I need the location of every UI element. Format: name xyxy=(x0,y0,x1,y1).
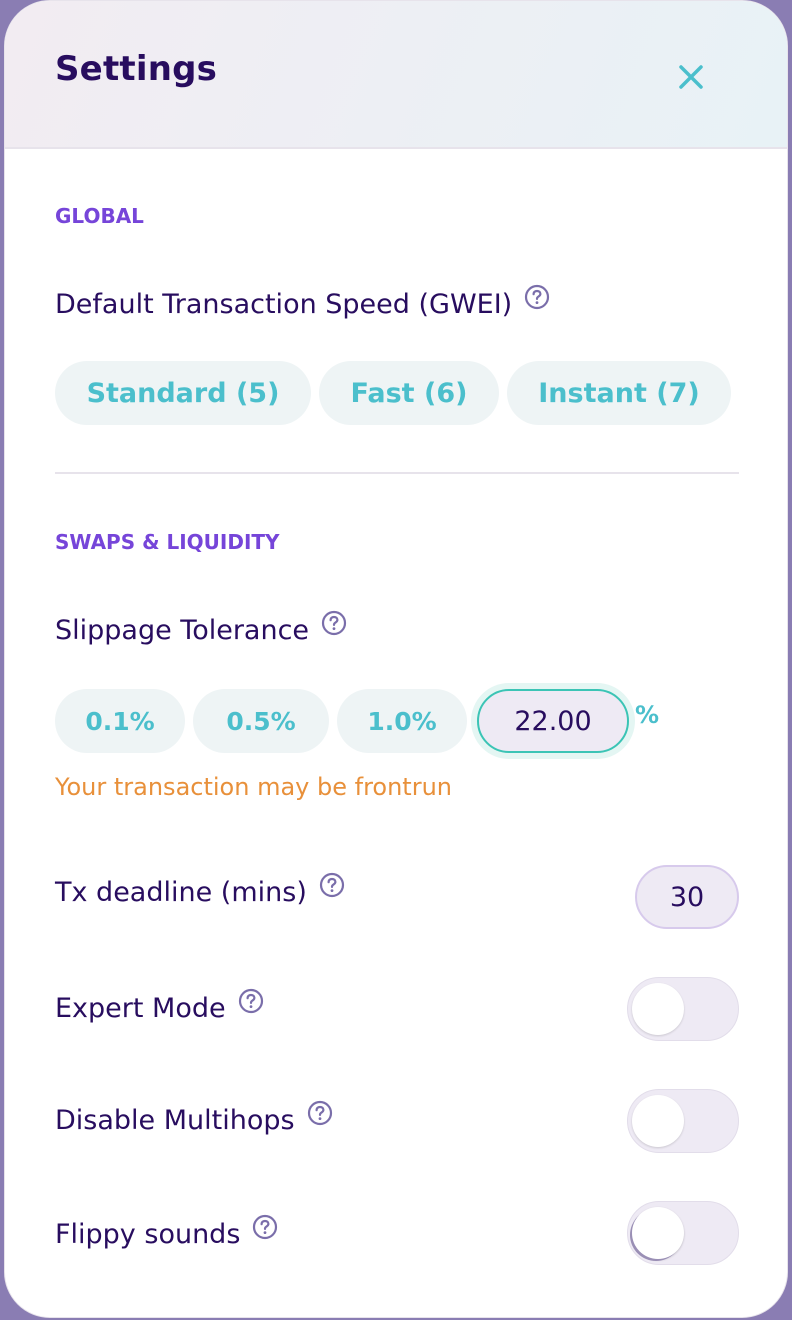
close-button[interactable] xyxy=(667,53,715,101)
expert-mode-toggle[interactable] xyxy=(627,977,739,1041)
slippage-0-5-button[interactable]: 0.5% xyxy=(193,689,329,753)
speed-standard-button[interactable]: Standard (5) xyxy=(55,361,311,425)
flippy-sounds-toggle[interactable] xyxy=(627,1201,739,1265)
disable-multihops-toggle[interactable] xyxy=(627,1089,739,1153)
modal-header: Settings xyxy=(5,1,787,149)
help-icon[interactable] xyxy=(238,988,264,1014)
help-icon[interactable] xyxy=(252,1214,278,1240)
disable-multihops-label: Disable Multihops xyxy=(55,1105,295,1136)
speed-fast-button[interactable]: Fast (6) xyxy=(319,361,499,425)
slippage-1-0-button[interactable]: 1.0% xyxy=(337,689,467,753)
modal-title: Settings xyxy=(55,49,218,89)
toggle-knob xyxy=(632,1095,684,1147)
close-icon xyxy=(679,65,703,89)
help-icon[interactable] xyxy=(524,284,550,310)
section-divider xyxy=(55,472,739,474)
settings-modal: Settings GLOBAL Default Transaction Spee… xyxy=(4,0,788,1318)
slippage-0-1-button[interactable]: 0.1% xyxy=(55,689,185,753)
deadline-input[interactable] xyxy=(635,865,739,929)
expert-mode-label: Expert Mode xyxy=(55,993,226,1024)
help-icon[interactable] xyxy=(319,872,345,898)
section-label-global: GLOBAL xyxy=(55,204,144,228)
tx-speed-label: Default Transaction Speed (GWEI) xyxy=(55,289,513,320)
slippage-label: Slippage Tolerance xyxy=(55,615,310,646)
flippy-sounds-row: Flippy sounds xyxy=(55,1214,278,1250)
disable-multihops-row: Disable Multihops xyxy=(55,1100,333,1136)
flippy-sounds-label: Flippy sounds xyxy=(55,1219,241,1250)
expert-mode-row: Expert Mode xyxy=(55,988,264,1024)
speed-instant-button[interactable]: Instant (7) xyxy=(507,361,731,425)
slippage-input-focus-ring xyxy=(471,683,635,759)
slippage-percent-sign: % xyxy=(635,701,660,729)
tx-speed-row: Default Transaction Speed (GWEI) xyxy=(55,284,550,320)
slippage-row: Slippage Tolerance xyxy=(55,610,347,646)
toggle-knob xyxy=(632,1207,684,1259)
section-label-swaps: SWAPS & LIQUIDITY xyxy=(55,530,280,554)
slippage-warning: Your transaction may be frontrun xyxy=(55,773,452,801)
slippage-input[interactable] xyxy=(477,689,629,753)
deadline-row: Tx deadline (mins) xyxy=(55,872,345,908)
help-icon[interactable] xyxy=(307,1100,333,1126)
toggle-knob xyxy=(632,983,684,1035)
deadline-label: Tx deadline (mins) xyxy=(55,877,307,908)
help-icon[interactable] xyxy=(321,610,347,636)
